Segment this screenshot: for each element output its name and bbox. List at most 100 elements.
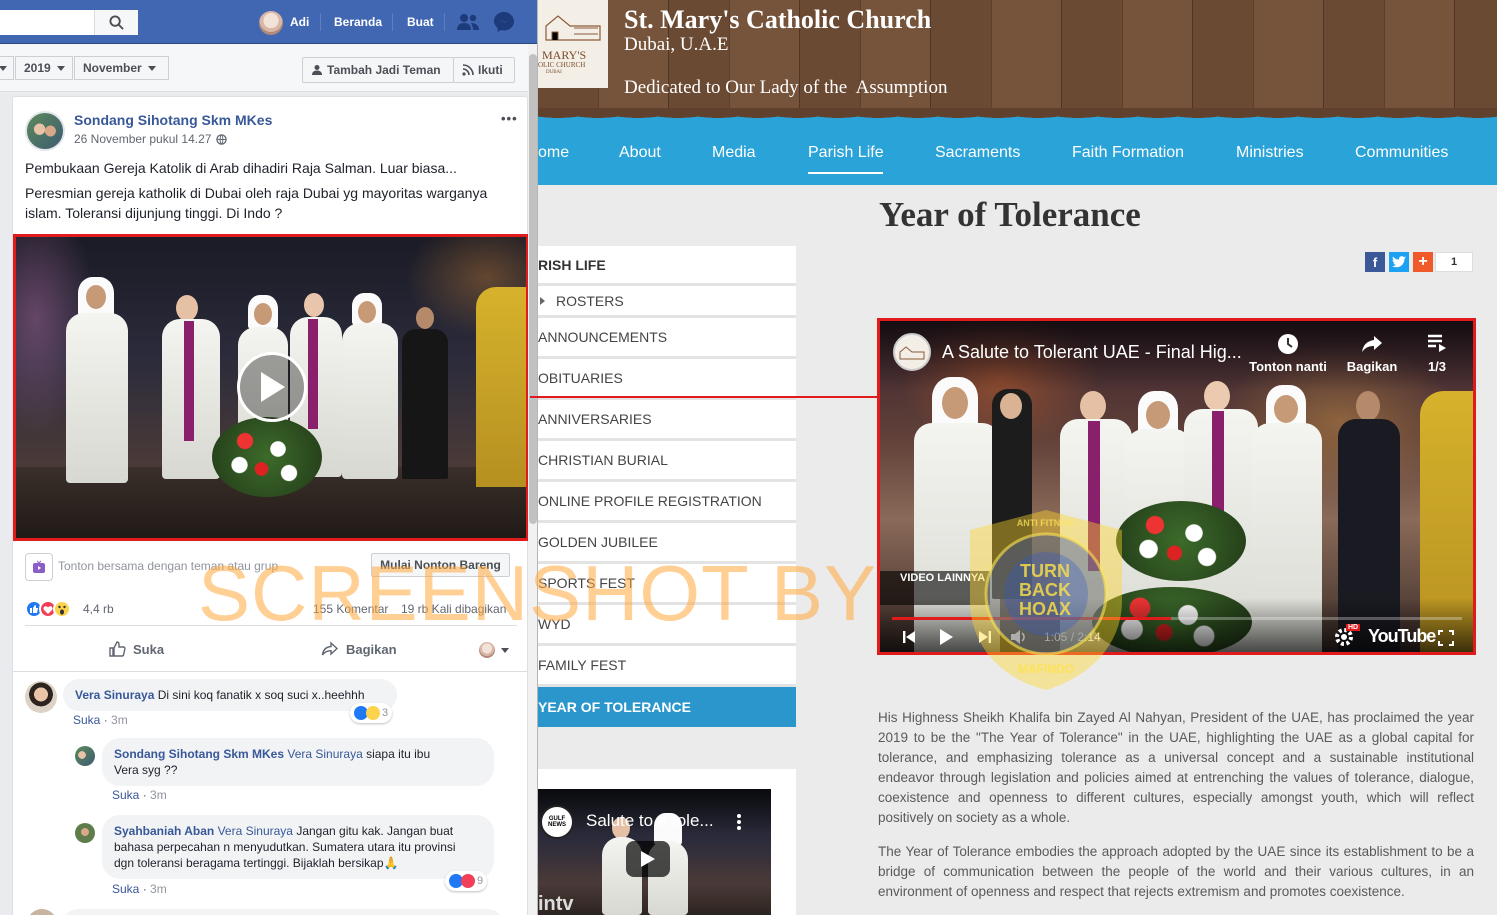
comment-like-link[interactable]: Suka [73, 713, 100, 727]
nav-media[interactable]: Media [712, 144, 756, 162]
fullscreen-icon[interactable] [1438, 630, 1454, 646]
search-input[interactable] [0, 10, 138, 35]
nav-sacraments[interactable]: Sacraments [935, 144, 1020, 162]
facebook-post: Sondang Sihotang Skm MKes 26 November pu… [12, 96, 529, 915]
volume-icon[interactable] [1010, 629, 1028, 645]
channel-logo[interactable]: GULF NEWS [540, 805, 574, 839]
nav-ministries[interactable]: Ministries [1236, 144, 1304, 162]
reaction-as-selector[interactable] [479, 642, 509, 658]
reply-actions: Suka · 3m [112, 882, 167, 896]
comment-time[interactable]: 3m [150, 882, 167, 896]
reply-mention[interactable]: Vera Sinuraya [287, 747, 362, 761]
comment-time[interactable]: 3m [111, 713, 128, 727]
play-icon[interactable] [938, 628, 954, 646]
sidebar-item-family-fest[interactable]: FAMILY FEST [538, 646, 796, 687]
side-video-watermark: intv [538, 893, 574, 915]
site-title[interactable]: St. Mary's Catholic Church [624, 5, 931, 35]
playlist-icon [1428, 334, 1446, 352]
seal-top-text: ANTI FITNAH [1016, 518, 1074, 528]
share-button[interactable]: Bagikan [321, 640, 397, 658]
video-progress-track[interactable] [892, 617, 1462, 620]
sidebar-item-christian-burial[interactable]: CHRISTIAN BURIAL [538, 441, 796, 482]
commenter-avatar[interactable] [75, 823, 95, 843]
sidebar-item-rosters[interactable]: ROSTERS [538, 286, 796, 318]
add-friend-button[interactable]: Tambah Jadi Teman [302, 57, 454, 83]
watch-party-button[interactable]: Mulai Nonton Bareng [371, 553, 510, 577]
month-select[interactable]: November [74, 56, 169, 80]
nav-faith-formation[interactable]: Faith Formation [1072, 144, 1184, 162]
reply-actions: Suka · 3m [112, 788, 167, 802]
comment-time[interactable]: 3m [150, 788, 167, 802]
follow-button[interactable]: Ikuti [453, 57, 515, 83]
video-title[interactable]: A Salute to Tolerant UAE - Final Hig... [942, 342, 1242, 363]
search-button[interactable] [94, 10, 138, 35]
seal-bottom-text: MAFINDO [1018, 662, 1074, 676]
play-button[interactable] [237, 352, 307, 422]
logo-city: DUBAI [546, 70, 562, 75]
commenter-avatar[interactable] [75, 746, 95, 766]
settings-button[interactable]: HD [1334, 624, 1361, 647]
post-author[interactable]: Sondang Sihotang Skm MKes [74, 112, 272, 128]
commenter-avatar[interactable] [27, 909, 57, 915]
chevron-down-icon [0, 65, 7, 71]
sidebar-item-wyd[interactable]: WYD [538, 605, 796, 646]
more-options-icon[interactable]: ••• [501, 111, 518, 126]
year-select[interactable]: 2019 [15, 56, 73, 80]
sidebar-item-profile-registration[interactable]: ONLINE PROFILE REGISTRATION [538, 482, 796, 523]
nav-about[interactable]: About [619, 144, 661, 162]
like-button[interactable]: Suka [108, 640, 164, 658]
twitter-share-icon[interactable] [1389, 252, 1409, 272]
reply-mention[interactable]: Vera Sinuraya [218, 824, 293, 838]
author-avatar[interactable] [25, 111, 65, 151]
comments-count[interactable]: 155 Komentar [313, 602, 388, 616]
play-button[interactable] [626, 841, 670, 877]
post-timestamp[interactable]: 26 November pukul 14.27 [74, 132, 211, 146]
youtube-logo[interactable]: YouTube [1368, 626, 1436, 647]
shares-count[interactable]: 19 rb Kali dibagikan [401, 602, 506, 616]
nav-communities[interactable]: Communities [1355, 144, 1448, 162]
commenter-avatar[interactable] [25, 681, 57, 713]
side-video[interactable]: GULF NEWS Salute to a tole... intv [538, 789, 771, 915]
reactions-count[interactable]: 4,4 rb [83, 602, 114, 616]
comment-author[interactable]: Vera Sinuraya [75, 688, 154, 702]
playlist-button[interactable]: 1/3 [1420, 333, 1454, 374]
nav-home[interactable]: Beranda [334, 0, 382, 44]
post-video[interactable] [13, 234, 529, 541]
video-share-button[interactable]: Bagikan [1342, 333, 1402, 374]
nav-profile[interactable]: Adi [290, 0, 309, 44]
comment-reactions[interactable]: 9 [445, 871, 488, 891]
next-icon[interactable] [978, 630, 992, 644]
sidebar-item-obituaries[interactable]: OBITUARIES [538, 359, 796, 400]
messenger-icon[interactable] [493, 11, 515, 33]
scrollbar[interactable] [528, 44, 537, 915]
filter-select-prev[interactable] [0, 56, 14, 80]
side-video-title[interactable]: Salute to a tole... [586, 811, 714, 831]
nav-parish-life[interactable]: Parish Life [808, 144, 884, 162]
sidebar-item-golden-jubilee[interactable]: GOLDEN JUBILEE [538, 523, 796, 564]
comment-like-link[interactable]: Suka [112, 788, 139, 802]
friends-icon[interactable] [456, 12, 480, 32]
addthis-share-icon[interactable]: + [1413, 252, 1433, 272]
nav-home[interactable]: ome [538, 144, 569, 162]
comment-reactions[interactable]: 3 [350, 703, 393, 723]
sidebar-item-anniversaries[interactable]: ANNIVERSARIES [538, 400, 796, 441]
reaction-icons[interactable] [25, 600, 71, 618]
avatar[interactable] [259, 11, 283, 35]
sidebar-item-sports-fest[interactable]: SPORTS FEST [538, 564, 796, 605]
kebab-menu-icon[interactable] [736, 813, 742, 831]
church-logo[interactable]: MARY'S OLIC CHURCH DUBAI [538, 0, 608, 88]
reply-author[interactable]: Syahbaniah Aban [114, 824, 214, 838]
reply-author[interactable]: Sondang Sihotang Skm MKes [114, 747, 284, 761]
youtube-embed[interactable]: VIDEO LAINNYA A Salute to Tolerant UAE -… [877, 318, 1476, 655]
watch-later-button[interactable]: Tonton nanti [1248, 333, 1328, 374]
scrollbar-thumb[interactable] [529, 54, 537, 524]
channel-avatar[interactable] [893, 333, 931, 371]
reply-text-line1: Jangan gitu kak. Jangan buat [296, 824, 454, 838]
previous-icon[interactable] [902, 630, 916, 644]
sidebar-item-year-of-tolerance[interactable]: YEAR OF TOLERANCE [538, 687, 796, 727]
nav-create[interactable]: Buat [407, 0, 434, 44]
comment-like-link[interactable]: Suka [112, 882, 139, 896]
facebook-share-icon[interactable]: f [1365, 252, 1385, 272]
sidebar-item-announcements[interactable]: ANNOUNCEMENTS [538, 318, 796, 359]
play-icon [641, 851, 655, 867]
